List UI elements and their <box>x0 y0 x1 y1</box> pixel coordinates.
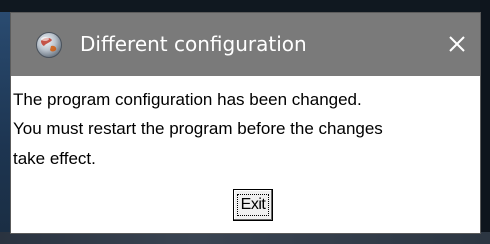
close-button[interactable] <box>440 27 474 61</box>
desktop-background-left <box>0 0 10 244</box>
desktop-background-top <box>0 0 490 12</box>
app-globe-icon <box>35 31 63 59</box>
exit-button-label: Exit <box>240 196 266 213</box>
dialog-title: Different configuration <box>80 32 307 56</box>
desktop-background-right <box>480 0 490 244</box>
close-icon <box>449 36 465 52</box>
exit-button[interactable]: Exit <box>233 189 273 221</box>
message-line-2: You must restart the program before the … <box>13 119 383 138</box>
config-changed-dialog: Different configuration The program conf… <box>10 12 481 234</box>
message-line-3: take effect. <box>13 149 96 168</box>
message-line-1: The program configuration has been chang… <box>13 90 362 109</box>
dialog-titlebar[interactable]: Different configuration <box>11 13 480 76</box>
